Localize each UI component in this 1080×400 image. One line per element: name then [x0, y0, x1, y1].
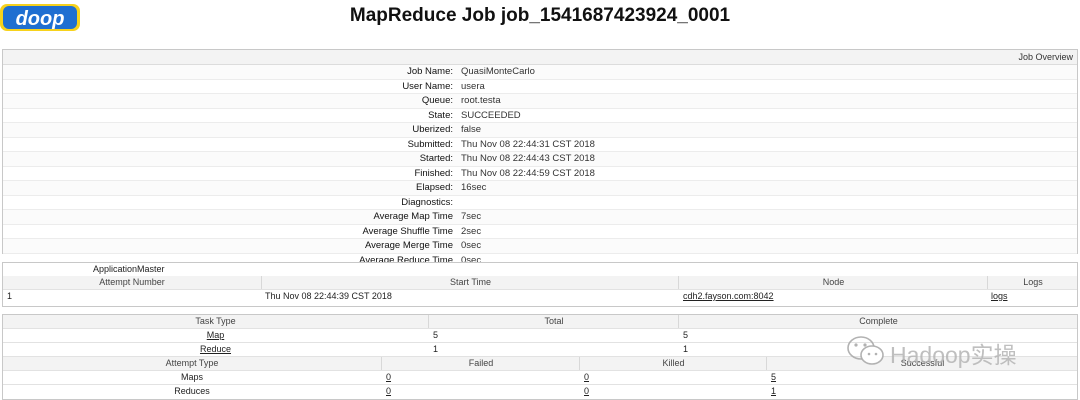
task-col-complete: Complete — [678, 315, 1078, 328]
watermark-text: Hadoop实操 — [890, 342, 1017, 368]
overview-value: Thu Nov 08 22:44:59 CST 2018 — [461, 167, 595, 179]
overview-value: Thu Nov 08 22:44:31 CST 2018 — [461, 138, 595, 150]
overview-key: Finished: — [414, 167, 453, 179]
maps-killed-link[interactable]: 0 — [584, 371, 589, 384]
overview-key: Queue: — [421, 95, 453, 106]
overview-value: root.testa — [461, 95, 501, 106]
attempt-col-type: Attempt Type — [165, 358, 219, 368]
am-col-logs: Logs — [987, 276, 1078, 289]
overview-row: Queue: root.testa — [3, 94, 1077, 109]
overview-value: false — [461, 124, 482, 135]
overview-row: Job Name: QuasiMonteCarlo — [3, 65, 1077, 80]
am-col-start-time: Start Time — [261, 276, 679, 289]
am-node-link[interactable]: cdh2.fayson.com:8042 — [683, 290, 774, 303]
overview-key: Diagnostics: — [401, 196, 453, 208]
task-total: 5 — [433, 330, 439, 340]
overview-key: State: — [428, 109, 453, 121]
overview-row: Average Shuffle Time 2sec — [3, 225, 1077, 239]
am-col-node: Node — [678, 276, 988, 289]
reduces-failed-link[interactable]: 0 — [386, 385, 391, 398]
task-col-type: Task Type — [195, 316, 236, 326]
job-overview-header: Job Overview — [3, 50, 1077, 65]
overview-value: Thu Nov 08 22:44:43 CST 2018 — [461, 153, 595, 164]
am-header-row: Attempt Number Start Time Node Logs — [3, 276, 1077, 290]
overview-key: Average Map Time — [373, 211, 453, 222]
task-total: 1 — [433, 344, 439, 354]
overview-row: Diagnostics: — [3, 196, 1077, 210]
overview-key: Average Shuffle Time — [362, 225, 453, 237]
attempt-type: Maps — [180, 372, 203, 382]
am-title: ApplicationMaster — [93, 264, 165, 274]
overview-value: usera — [461, 80, 485, 92]
task-type-map-link[interactable]: Map — [207, 330, 225, 340]
table-row: Maps 0 0 5 — [3, 371, 1077, 385]
overview-row: User Name: usera — [3, 80, 1077, 94]
attempt-type: Reduces — [174, 386, 210, 396]
reduces-killed-link[interactable]: 0 — [584, 385, 589, 398]
overview-key: Average Merge Time — [364, 240, 453, 251]
overview-value: 16sec — [461, 182, 487, 193]
am-title-row: ApplicationMaster — [3, 263, 1077, 276]
attempt-col-failed: Failed — [381, 357, 580, 370]
job-overview-panel: Job Overview Job Name: QuasiMonteCarlo Us… — [2, 49, 1078, 266]
overview-key: User Name: — [402, 80, 453, 92]
overview-row: Uberized: false — [3, 123, 1077, 138]
overview-row: Finished: Thu Nov 08 22:44:59 CST 2018 — [3, 167, 1077, 181]
overview-value: SUCCEEDED — [461, 109, 521, 121]
maps-successful-link[interactable]: 5 — [771, 371, 776, 384]
overview-value: 0sec — [461, 240, 482, 251]
table-row: 1 Thu Nov 08 22:44:39 CST 2018 cdh2.fays… — [3, 290, 1077, 303]
am-start-time: Thu Nov 08 22:44:39 CST 2018 — [265, 291, 392, 301]
application-master-panel: ApplicationMaster Attempt Number Start T… — [2, 262, 1078, 307]
overview-key: Uberized: — [412, 124, 453, 135]
overview-row: Started: Thu Nov 08 22:44:43 CST 2018 — [3, 152, 1077, 167]
overview-value: 7sec — [461, 211, 482, 222]
am-logs-link[interactable]: logs — [991, 290, 1008, 303]
task-header-row: Task Type Total Complete — [3, 315, 1077, 329]
task-complete: 1 — [683, 344, 689, 354]
overview-value: QuasiMonteCarlo — [461, 66, 535, 77]
overview-key: Elapsed: — [416, 182, 453, 193]
overview-row: Average Merge Time 0sec — [3, 239, 1077, 254]
am-attempt-number: 1 — [7, 291, 13, 301]
page-title: MapReduce Job job_1541687423924_0001 — [349, 5, 731, 26]
overview-row: Average Map Time 7sec — [3, 210, 1077, 225]
table-row: Reduces 0 0 1 — [3, 385, 1077, 398]
task-type-reduce-link[interactable]: Reduce — [200, 344, 231, 354]
overview-row: Elapsed: 16sec — [3, 181, 1077, 196]
maps-failed-link[interactable]: 0 — [386, 371, 391, 384]
overview-rows: Job Name: QuasiMonteCarlo User Name: usera… — [3, 65, 1077, 267]
overview-value: 2sec — [461, 225, 482, 237]
task-col-total: Total — [428, 315, 679, 328]
watermark: Hadoop实操 — [846, 334, 1056, 370]
overview-row: State: SUCCEEDED — [3, 109, 1077, 123]
overview-key: Started: — [419, 153, 453, 164]
attempt-col-killed: Killed — [579, 357, 767, 370]
overview-row: Submitted: Thu Nov 08 22:44:31 CST 2018 — [3, 138, 1077, 152]
overview-key: Submitted: — [407, 138, 453, 150]
task-complete: 5 — [683, 330, 689, 340]
overview-key: Job Name: — [407, 66, 453, 77]
wechat-icon — [847, 336, 884, 365]
am-col-attempt: Attempt Number — [99, 277, 165, 287]
reduces-successful-link[interactable]: 1 — [771, 385, 776, 398]
